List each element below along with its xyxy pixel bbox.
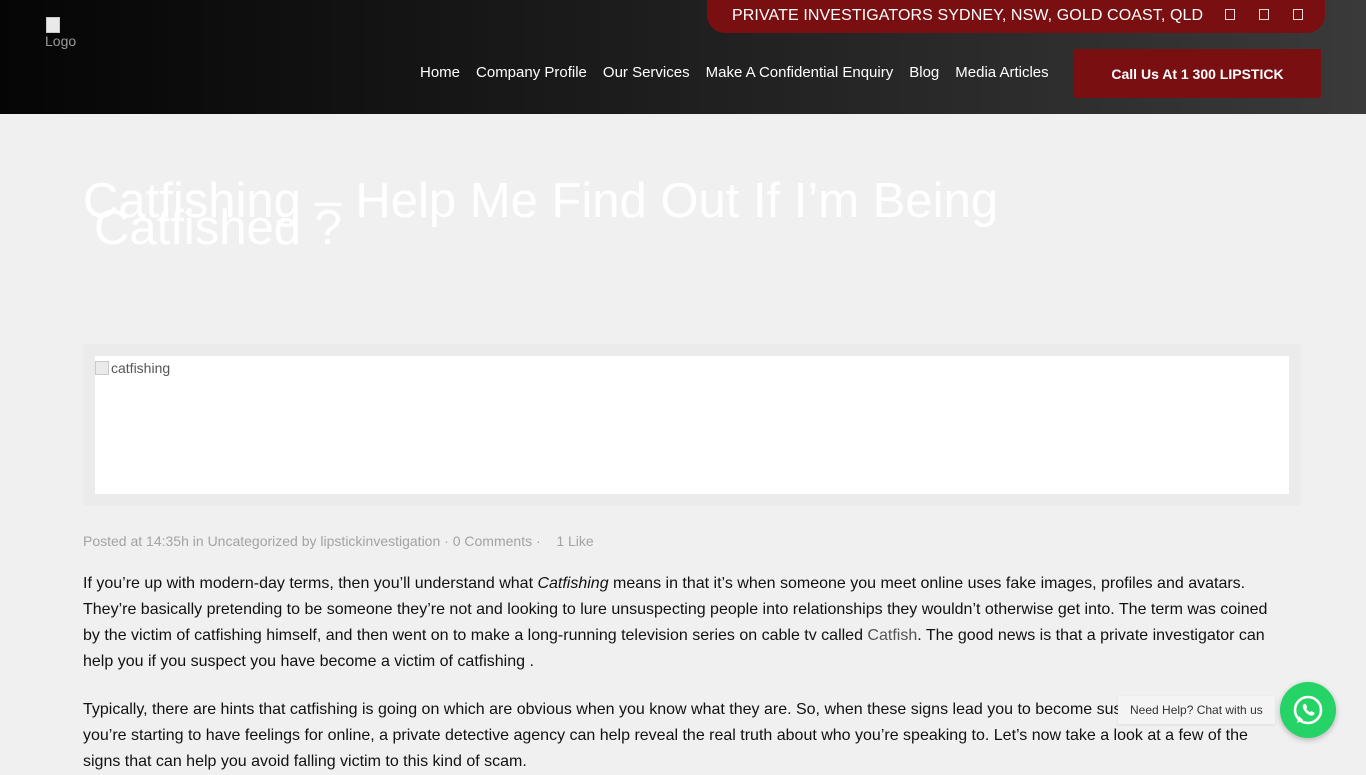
p1-catfishing-emphasis: Catfishing — [537, 575, 609, 592]
post-title-line-2: Catfished ? — [94, 201, 342, 255]
logo-alt-text: Logo — [45, 33, 77, 49]
social-icon[interactable] — [1293, 9, 1303, 20]
top-bar: PRIVATE INVESTIGATORS SYDNEY, NSW, GOLD … — [707, 0, 1325, 33]
site-logo[interactable]: Logo — [45, 17, 76, 49]
paragraph-2: Typically, there are hints that catfishi… — [83, 701, 1260, 770]
whatsapp-chat-button[interactable] — [1280, 682, 1336, 738]
whatsapp-icon — [1293, 695, 1323, 725]
category-link[interactable]: Uncategorized — [208, 533, 298, 549]
topbar-text: PRIVATE INVESTIGATORS SYDNEY, NSW, GOLD … — [732, 7, 1204, 24]
meta-in: in — [192, 533, 204, 549]
featured-image-frame: catfishing — [83, 344, 1301, 506]
nav-media-articles[interactable]: Media Articles — [955, 64, 1048, 81]
author-link[interactable]: lipstickinvestigation — [320, 533, 440, 549]
nav-company-profile[interactable]: Company Profile — [476, 64, 587, 81]
site-header: Logo PRIVATE INVESTIGATORS SYDNEY, NSW, … — [0, 0, 1366, 114]
heart-icon[interactable] — [549, 533, 553, 549]
meta-separator: · — [535, 533, 541, 549]
post-meta: Posted at 14:35h in Uncategorized by lip… — [83, 533, 594, 549]
posted-time: Posted at 14:35h — [83, 533, 189, 549]
main-nav: Home Company Profile Our Services Make A… — [420, 64, 1049, 81]
nav-confidential-enquiry[interactable]: Make A Confidential Enquiry — [706, 64, 894, 81]
nav-our-services[interactable]: Our Services — [603, 64, 690, 81]
call-us-button[interactable]: Call Us At 1 300 LIPSTICK — [1074, 49, 1321, 98]
nav-home[interactable]: Home — [420, 64, 460, 81]
chat-help-label[interactable]: Need Help? Chat with us — [1118, 696, 1275, 724]
p1-text-a: If you’re up with modern-day terms, then… — [83, 575, 538, 592]
social-icon[interactable] — [1225, 9, 1235, 20]
like-link[interactable]: 1 Like — [556, 533, 593, 549]
featured-image: catfishing — [95, 356, 1289, 494]
image-alt: catfishing — [95, 360, 170, 376]
meta-separator: · — [444, 533, 449, 549]
broken-image-icon — [95, 361, 109, 375]
catfish-link[interactable]: Catfish — [867, 627, 917, 644]
social-icon[interactable] — [1259, 9, 1269, 20]
meta-by: by — [301, 533, 317, 549]
paragraph-1: If you’re up with modern-day terms, then… — [83, 571, 1283, 675]
comments-link[interactable]: 0 Comments — [453, 533, 532, 549]
image-alt-text: catfishing — [111, 360, 171, 376]
broken-image-icon — [45, 17, 61, 33]
nav-blog[interactable]: Blog — [909, 64, 939, 81]
